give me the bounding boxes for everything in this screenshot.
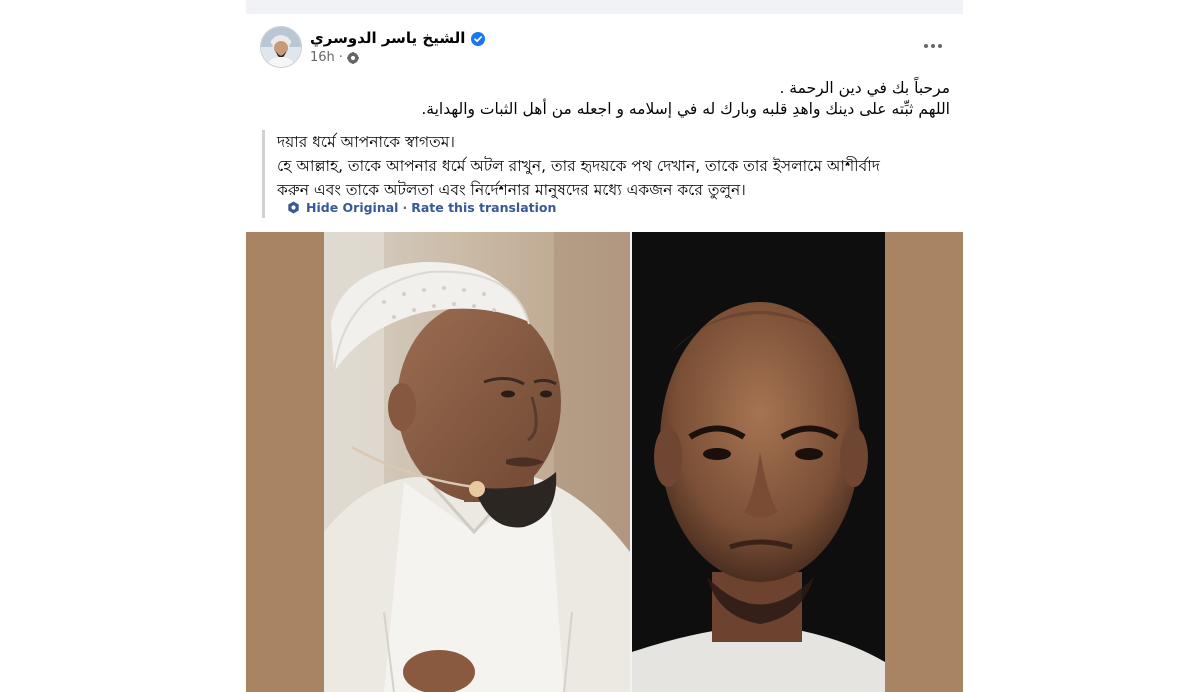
post-timestamp[interactable]: 16h [310,50,335,65]
meta-separator: · [338,50,343,65]
translation-actions: Hide Original · Rate this translation [287,200,556,215]
translate-icon [287,201,300,214]
verified-badge-icon [471,31,486,46]
translation-line-2: হে আল্লাহ, তাকে আপনার ধর্মে অটল রাখুন, ত… [277,157,880,175]
photo-footballer-illustration [632,232,885,692]
photo-man-in-kufi-illustration [324,232,630,692]
author-avatar[interactable] [260,26,302,68]
action-separator: · [402,200,408,215]
original-line-2: اللهم ثبِّته على دينك واهدِ قلبه وبارك ل… [421,100,950,118]
feed-background-strip [246,0,963,14]
post-meta: 16h · [310,50,359,65]
author-line: الشيخ ياسر الدوسري [310,27,486,49]
more-options-icon [924,44,942,48]
hide-original-link[interactable]: Hide Original [306,200,398,215]
post-header: الشيخ ياسر الدوسري 16h · [246,14,963,76]
rate-translation-link[interactable]: Rate this translation [411,200,556,215]
translation-line-1: দয়ার ধর্মে আপনাকে স্বাগতম। [277,133,455,151]
translation-text: দয়ার ধর্মে আপনাকে স্বাগতম। হে আল্লাহ, ত… [277,130,950,202]
page-margin-left [0,0,246,692]
page-margin-right [963,0,1200,692]
author-name[interactable]: الشيخ ياسر الدوسري [310,29,465,47]
post-media[interactable] [246,232,963,692]
photo-footballer-portrait [632,232,885,692]
post-original-text: مرحباً بك في دين الرحمة . اللهم ثبِّته ع… [262,78,950,120]
translation-line-3: করুন এবং তাকে অটলতা এবং নির্দেশনার মানুষ… [277,181,746,199]
translation-block: দয়ার ধর্মে আপনাকে স্বাগতম। হে আল্লাহ, ত… [262,130,950,218]
more-options-button[interactable] [915,32,951,60]
globe-icon[interactable] [346,51,359,64]
original-line-1: مرحباً بك في دين الرحمة . [779,79,950,97]
post-card: الشيخ ياسر الدوسري 16h · مرحباً بك في دي… [246,14,963,692]
photo-man-in-kufi [324,232,630,692]
avatar-image [261,27,301,67]
